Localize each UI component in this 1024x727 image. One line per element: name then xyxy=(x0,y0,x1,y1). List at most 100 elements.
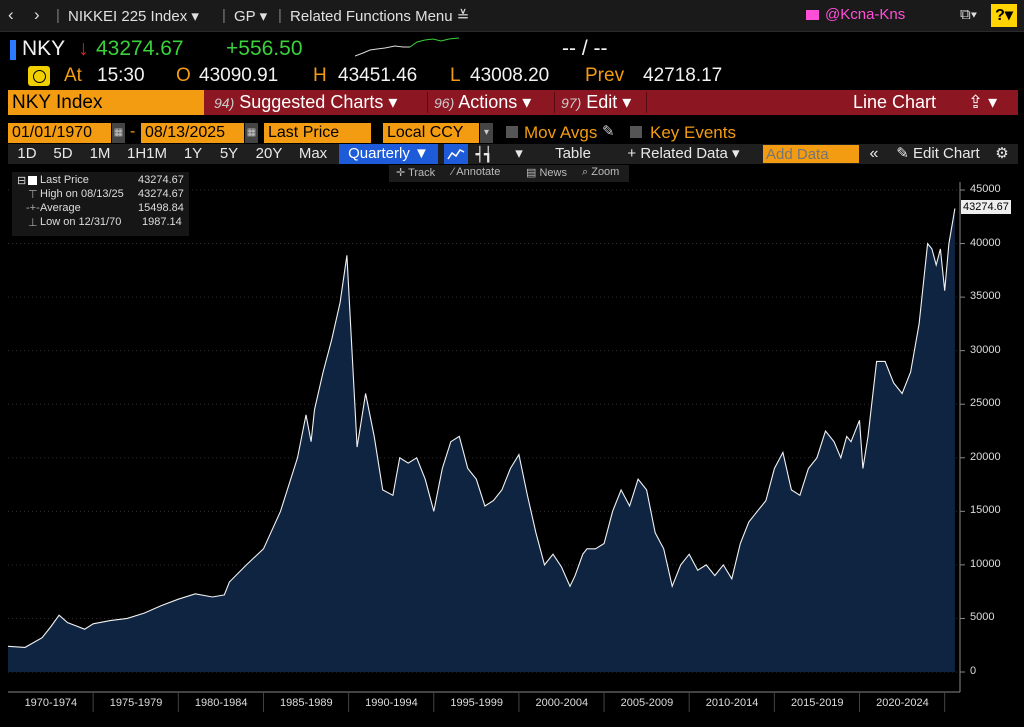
period-selector[interactable]: Quarterly ▼ xyxy=(339,144,438,164)
ticker-marker xyxy=(10,40,16,60)
help-button[interactable]: ?▾ xyxy=(991,4,1017,27)
range-20y[interactable]: 20Y xyxy=(251,144,287,164)
prev-label: Prev xyxy=(585,65,625,86)
line-chart-icon[interactable] xyxy=(444,144,468,164)
legend-low-value: 1987.14 xyxy=(142,216,182,228)
high-marker-icon: ⊤ xyxy=(28,189,38,201)
legend-high-value: 43274.67 xyxy=(138,188,184,200)
x-tick-label: 2020-2024 xyxy=(876,697,929,709)
function-selector[interactable]: GP ▾ xyxy=(234,7,267,25)
low-marker-icon: ⊥ xyxy=(28,217,38,229)
chart-legend: ⊟ Last Price 43274.67 ⊤ High on 08/13/25… xyxy=(12,172,189,236)
intraday-sparkline xyxy=(355,37,460,57)
y-tick-label: 35000 xyxy=(970,290,1001,303)
legend-average-label: Average xyxy=(40,202,81,214)
dropdown-arrow-icon[interactable]: ▾ xyxy=(480,123,493,143)
calendar-icon[interactable]: ▦ xyxy=(245,123,258,143)
candlestick-icon[interactable]: ┥┪ xyxy=(474,144,494,164)
x-tick-label: 2010-2014 xyxy=(705,697,759,709)
y-tick-label: 15000 xyxy=(970,504,1001,517)
y-tick-label: 10000 xyxy=(970,557,1001,570)
ticker-symbol: NKY xyxy=(22,37,66,60)
x-tick-label: 1990-1994 xyxy=(365,697,418,709)
low-value: 43008.20 xyxy=(470,65,550,86)
user-badge[interactable]: @Kcna-Kns xyxy=(806,3,966,27)
track-tool[interactable]: ✛ Track xyxy=(396,166,435,179)
security-input[interactable]: NKY Index xyxy=(8,90,204,115)
y-tick-label: 30000 xyxy=(970,343,1001,356)
quote-time: 15:30 xyxy=(97,65,145,86)
table-button[interactable]: Table xyxy=(538,144,608,164)
settings-gear-icon[interactable]: ⚙ xyxy=(992,144,1012,164)
key-events-label[interactable]: Key Events xyxy=(650,123,736,143)
range-1m[interactable]: 1M xyxy=(85,144,115,164)
x-tick-label: 1995-1999 xyxy=(450,697,503,709)
clock-icon xyxy=(28,66,50,86)
x-tick-label: 1975-1979 xyxy=(109,697,163,709)
x-tick-label: 1970-1974 xyxy=(24,697,78,709)
calendar-icon[interactable]: ▦ xyxy=(112,123,125,143)
suggested-charts-menu[interactable]: 94) Suggested Charts ▾ xyxy=(214,90,397,115)
back-arrow-icon[interactable]: ‹ xyxy=(8,5,14,25)
field-selector[interactable]: Last Price xyxy=(264,123,371,143)
start-date-field[interactable]: 01/01/1970 xyxy=(8,123,111,143)
average-marker-icon: -+- xyxy=(26,202,40,214)
y-tick-label: 5000 xyxy=(970,611,995,624)
edit-chart-button[interactable]: ✎ Edit Chart xyxy=(890,144,986,164)
range-5d[interactable]: 5D xyxy=(48,144,78,164)
y-tick-label: 20000 xyxy=(970,450,1001,463)
last-value-label: 43274.67 xyxy=(961,200,1011,215)
news-tool[interactable]: ▤ News xyxy=(526,166,567,179)
range-1h1m[interactable]: 1H1M xyxy=(124,144,170,164)
security-selector[interactable]: NIKKEI 225 Index ▾ xyxy=(68,7,199,25)
legend-low-label: Low on 12/31/70 xyxy=(40,216,122,228)
export-icon[interactable]: ⧉▾ xyxy=(960,6,977,23)
x-tick-label: 2015-2019 xyxy=(790,697,844,709)
high-label: H xyxy=(313,65,327,86)
actions-menu[interactable]: 96) Actions ▾ xyxy=(434,90,531,115)
zoom-tool[interactable]: ⌕ Zoom xyxy=(582,166,619,179)
related-functions-menu[interactable]: Related Functions Menu ≚ xyxy=(290,7,469,25)
bid-ask: -- / -- xyxy=(562,37,608,60)
cmd-separator xyxy=(646,92,647,113)
price-chart[interactable] xyxy=(0,182,1024,727)
price-change: +556.50 xyxy=(226,37,303,60)
range-1d[interactable]: 1D xyxy=(12,144,42,164)
down-arrow-icon: ↓ xyxy=(78,37,89,60)
range-max[interactable]: Max xyxy=(294,144,332,164)
price-area xyxy=(8,208,955,672)
key-events-checkbox[interactable] xyxy=(630,126,642,138)
legend-swatch xyxy=(28,176,37,185)
legend-collapse-icon[interactable]: ⊟ xyxy=(17,174,26,187)
y-tick-label: 25000 xyxy=(970,397,1001,410)
x-tick-label: 2005-2009 xyxy=(620,697,674,709)
chart-type-label[interactable]: Line Chart xyxy=(853,90,936,115)
nav-separator: | xyxy=(56,7,60,24)
range-1y[interactable]: 1Y xyxy=(178,144,208,164)
mov-avgs-checkbox[interactable] xyxy=(506,126,518,138)
currency-selector[interactable]: Local CCY xyxy=(383,123,479,143)
nav-separator: | xyxy=(222,7,226,24)
share-icon[interactable]: ⇪ ▾ xyxy=(968,90,997,115)
mov-avgs-label[interactable]: Mov Avgs xyxy=(524,123,597,143)
end-date-field[interactable]: 08/13/2025 xyxy=(141,123,244,143)
range-5y[interactable]: 5Y xyxy=(214,144,244,164)
related-data-button[interactable]: + Related Data ▾ xyxy=(616,144,751,164)
annotate-tool[interactable]: ⁄ Annotate xyxy=(452,166,500,178)
low-label: L xyxy=(450,65,461,86)
at-label: At xyxy=(64,65,82,86)
edit-menu[interactable]: 97) Edit ▾ xyxy=(561,90,631,115)
legend-average-value: 15498.84 xyxy=(138,202,184,214)
date-dash: - xyxy=(130,123,136,140)
mail-icon xyxy=(806,10,819,21)
add-data-input[interactable] xyxy=(763,145,859,163)
open-value: 43090.91 xyxy=(199,65,279,86)
y-tick-label: 40000 xyxy=(970,236,1001,249)
chart-style-dropdown-icon[interactable]: ▾ xyxy=(512,144,526,164)
high-value: 43451.46 xyxy=(338,65,418,86)
collapse-icon[interactable]: « xyxy=(864,144,884,164)
forward-arrow-icon[interactable]: › xyxy=(34,5,40,25)
x-tick-label: 1985-1989 xyxy=(280,697,333,709)
last-price: 43274.67 xyxy=(96,37,184,60)
pencil-icon[interactable]: ✎ xyxy=(602,122,615,140)
